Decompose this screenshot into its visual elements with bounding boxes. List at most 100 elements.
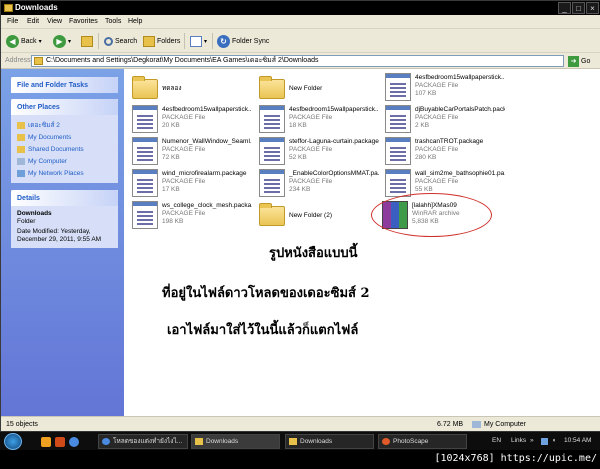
file-item[interactable]: New Folder bbox=[255, 74, 375, 108]
photoscape-icon bbox=[382, 438, 390, 445]
file-name: wind_microfirealarm.package bbox=[162, 170, 247, 177]
file-item[interactable]: ws_college_clock_mesh.packa... PACKAGE F… bbox=[128, 201, 252, 235]
file-size: 18 KB bbox=[289, 122, 307, 129]
address-field[interactable]: C:\Documents and Settings\Degkorat\My Do… bbox=[31, 55, 564, 67]
go-label: Go bbox=[581, 57, 591, 65]
file-item[interactable]: trashcanTROT.package PACKAGE File 280 KB bbox=[381, 137, 501, 171]
annotation-line-2: ที่อยู่ในไฟล์ดาวโหลดของเดอะซิมส์ 2 bbox=[162, 286, 370, 301]
language-indicator[interactable]: EN bbox=[492, 437, 501, 444]
file-folder-tasks-header[interactable]: File and Folder Tasks bbox=[11, 77, 118, 93]
folder-sync-button[interactable]: ↻ Folder Sync bbox=[217, 34, 269, 48]
folder-icon bbox=[34, 57, 43, 65]
file-folder-tasks-panel[interactable]: File and Folder Tasks bbox=[11, 77, 118, 93]
folder-icon bbox=[259, 76, 285, 99]
file-type: PACKAGE File bbox=[162, 146, 206, 153]
file-item[interactable]: steffor-Laguna-curtain.package PACKAGE F… bbox=[255, 137, 379, 171]
menu-tools[interactable]: Tools bbox=[105, 18, 121, 25]
taskbar-item-downloads[interactable]: Downloads bbox=[191, 434, 280, 449]
package-file-icon bbox=[132, 201, 158, 229]
place-my-computer[interactable]: My Computer bbox=[17, 155, 112, 167]
search-label: Search bbox=[115, 37, 138, 45]
file-type: PACKAGE File bbox=[415, 146, 459, 153]
file-item[interactable]: _EnableColorOptionsMMAT.pa... PACKAGE Fi… bbox=[255, 169, 379, 203]
volume-icon[interactable]: ◖ bbox=[552, 437, 556, 444]
place-sims2-folder[interactable]: เดอะซิมส์ 2 bbox=[17, 119, 112, 131]
file-size: 17 KB bbox=[162, 186, 180, 193]
taskbar-item-downloads-2[interactable]: Downloads bbox=[285, 434, 374, 449]
watermark-text: [1024x768] https://upic.me/ bbox=[434, 453, 597, 464]
clock[interactable]: 10:54 AM bbox=[564, 437, 591, 444]
views-button[interactable]: ▾ bbox=[190, 34, 207, 48]
file-name: 4esfbedroom15wallpaperstick... bbox=[415, 74, 505, 81]
sync-icon: ↻ bbox=[217, 34, 230, 48]
search-button[interactable]: Search bbox=[104, 34, 137, 48]
file-item[interactable]: wind_microfirealarm.package PACKAGE File… bbox=[128, 169, 248, 203]
back-button[interactable]: ◀ Back ▾ bbox=[6, 34, 42, 48]
search-icon bbox=[104, 36, 113, 46]
file-item[interactable]: 4esfbedroom15wallpaperstick... PACKAGE F… bbox=[255, 105, 379, 139]
forward-button[interactable]: ▶ ▾ bbox=[53, 34, 71, 48]
details-header[interactable]: Details bbox=[11, 190, 118, 206]
taskbar-item-label: PhotoScape bbox=[393, 438, 429, 445]
folders-button[interactable]: Folders bbox=[143, 34, 180, 48]
folder-sync-label: Folder Sync bbox=[232, 37, 270, 45]
menu-file[interactable]: File bbox=[7, 18, 18, 25]
tray-expand-icon[interactable]: » bbox=[530, 437, 534, 444]
quicklaunch-icon[interactable] bbox=[41, 437, 51, 447]
computer-icon bbox=[472, 421, 481, 428]
network-tray-icon[interactable] bbox=[541, 438, 548, 445]
place-shared-documents[interactable]: Shared Documents bbox=[17, 143, 112, 155]
details-name: Downloads bbox=[17, 210, 52, 217]
taskbar-item-browser[interactable]: โหลดของแต่งทำยังไงไ... bbox=[98, 434, 188, 449]
quicklaunch-icon[interactable] bbox=[55, 437, 65, 447]
other-places-header[interactable]: Other Places bbox=[11, 99, 118, 115]
links-toolbar[interactable]: Links bbox=[511, 437, 526, 444]
file-name: New Folder bbox=[289, 85, 323, 92]
folders-icon bbox=[143, 35, 155, 47]
annotation-line-3: เอาไฟล์มาใส่ไว้ในนี้แล้วก็แตกไฟล์ bbox=[167, 323, 359, 338]
file-size: 234 KB bbox=[289, 186, 311, 193]
chrome-icon[interactable] bbox=[69, 437, 79, 447]
file-item[interactable]: djBuyableCarPortalsPatch.pack... PACKAGE… bbox=[381, 105, 505, 139]
file-item[interactable]: New Folder (2) bbox=[255, 201, 375, 235]
status-bar: 15 objects 6.72 MB My Computer bbox=[1, 416, 600, 431]
file-size: 20 KB bbox=[162, 122, 180, 129]
shared-folder-icon bbox=[17, 145, 25, 153]
taskbar-item-photoscape[interactable]: PhotoScape bbox=[378, 434, 467, 449]
start-button[interactable] bbox=[4, 433, 22, 450]
taskbar-item-label: Downloads bbox=[300, 438, 333, 445]
package-file-icon bbox=[259, 105, 285, 133]
file-item[interactable]: 4esfbedroom15wallpaperstick... PACKAGE F… bbox=[381, 73, 505, 107]
address-label: Address bbox=[5, 57, 31, 64]
package-file-icon bbox=[132, 169, 158, 197]
maximize-button[interactable]: □ bbox=[572, 2, 585, 14]
menu-edit[interactable]: Edit bbox=[27, 18, 39, 25]
file-item[interactable]: Numenor_WallWindow_Seaml... PACKAGE File… bbox=[128, 137, 252, 171]
file-item[interactable]: 4esfbedroom15wallpaperstick... PACKAGE F… bbox=[128, 105, 252, 139]
file-name: 4esfbedroom15wallpaperstick... bbox=[162, 106, 252, 113]
file-item[interactable]: ทดลอง bbox=[128, 74, 248, 108]
details-panel: Details Downloads Folder Date Modified: … bbox=[11, 190, 118, 248]
minimize-button[interactable]: _ bbox=[558, 2, 571, 14]
place-label: My Network Places bbox=[28, 169, 84, 177]
close-button[interactable]: × bbox=[586, 2, 599, 14]
dropdown-arrow-icon: ▾ bbox=[204, 38, 208, 45]
file-type: PACKAGE File bbox=[415, 178, 459, 185]
file-type: PACKAGE File bbox=[162, 210, 206, 217]
details-modified-line2: December 29, 2011, 9:55 AM bbox=[17, 236, 102, 243]
file-name: wall_sim2me_bathsophie01.pa... bbox=[415, 170, 505, 177]
place-my-documents[interactable]: My Documents bbox=[17, 131, 112, 143]
file-size: 198 KB bbox=[162, 218, 184, 225]
package-file-icon bbox=[132, 105, 158, 133]
go-button[interactable]: ➜ Go bbox=[568, 55, 590, 67]
place-my-network-places[interactable]: My Network Places bbox=[17, 167, 112, 179]
up-folder-button[interactable] bbox=[81, 34, 93, 48]
package-file-icon bbox=[259, 169, 285, 197]
title-bar[interactable]: Downloads _ □ × bbox=[1, 1, 600, 15]
watermark: [1024x768] https://upic.me/ bbox=[0, 450, 600, 469]
menu-help[interactable]: Help bbox=[128, 18, 142, 25]
back-label: Back bbox=[21, 37, 37, 45]
menu-favorites[interactable]: Favorites bbox=[69, 18, 98, 25]
menu-view[interactable]: View bbox=[47, 18, 62, 25]
my-documents-icon bbox=[17, 133, 25, 141]
